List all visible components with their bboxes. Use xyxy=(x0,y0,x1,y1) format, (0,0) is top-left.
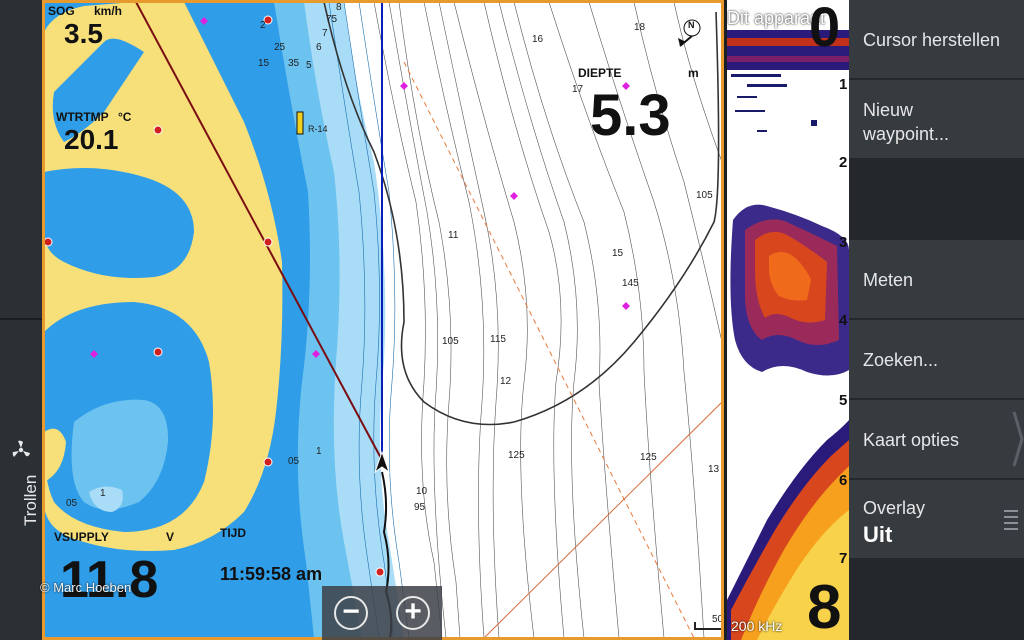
sounding: 25 xyxy=(274,42,286,53)
sounding: 15 xyxy=(258,58,270,69)
sounding: 13 xyxy=(708,464,720,475)
sounding: 1 xyxy=(316,446,322,457)
sounding: 5 xyxy=(306,60,312,71)
menu-item-label: Zoeken... xyxy=(863,350,939,370)
scale-bar: 50 m xyxy=(694,614,722,632)
sonar-depth-tick: 3 xyxy=(839,234,848,251)
zoom-in-button[interactable]: + xyxy=(396,596,430,630)
sounding: 16 xyxy=(532,34,544,45)
copyright-text: © Marc Hoeben xyxy=(40,580,132,595)
tijd-value[interactable]: 11:59:58 am xyxy=(220,564,322,585)
menu-item-label: Kaart opties xyxy=(863,430,960,450)
sounding: 05 xyxy=(288,456,300,467)
sounding: 17 xyxy=(572,84,584,95)
sonar-depth-tick: 6 xyxy=(839,472,848,489)
sounding: 125 xyxy=(640,452,657,463)
sounding: 35 xyxy=(288,58,300,69)
menu-item-label: Cursor herstellen xyxy=(863,30,1001,50)
sounding: 115 xyxy=(490,334,506,345)
diepte-value[interactable]: 5.3 xyxy=(590,82,671,149)
menu-item-nieuw-waypoint[interactable]: Nieuw waypoint... xyxy=(849,80,1024,158)
menu-item-label: Meten xyxy=(863,270,914,290)
sog-value[interactable]: 3.5 xyxy=(64,18,103,50)
menu-item-overlay[interactable]: Overlay Uit xyxy=(849,480,1024,558)
diepte-label: DIEPTE xyxy=(578,66,622,80)
sonar-frequency: 200 kHz xyxy=(731,618,783,634)
sonar-depth-bottom: 8 xyxy=(807,573,842,640)
sonar-depth-tick: 2 xyxy=(839,154,848,171)
left-rail: Trollen xyxy=(0,0,42,640)
menu-item-label: Overlay xyxy=(863,498,926,518)
propeller-icon xyxy=(12,440,30,457)
zoom-out-button[interactable]: − xyxy=(334,596,368,630)
sounding: 75 xyxy=(326,14,338,25)
sonar-depth-tick: 5 xyxy=(839,392,848,409)
rail-divider xyxy=(0,318,42,320)
sounding: 125 xyxy=(508,450,525,461)
scale-label: 50 m xyxy=(712,614,722,625)
menu-item-zoeken[interactable]: Zoeken... xyxy=(849,320,1024,398)
sounding: 18 xyxy=(634,22,646,33)
diepte-unit: m xyxy=(688,66,699,80)
tijd-label: TIJD xyxy=(220,526,247,540)
chevron-right-icon xyxy=(1012,411,1024,467)
vsupply-label: VSUPPLY xyxy=(54,530,109,544)
sonar-echogram xyxy=(727,0,849,640)
trolling-mode-button[interactable]: Trollen xyxy=(0,440,42,530)
sonar-depth-tick: 4 xyxy=(839,312,848,329)
drag-handle-icon[interactable] xyxy=(1004,508,1018,530)
sounding: 2 xyxy=(260,20,266,31)
wtrtmp-unit: °C xyxy=(118,110,132,124)
mode-label: Trollen xyxy=(21,474,40,526)
menu-item-cursor-herstellen[interactable]: Cursor herstellen xyxy=(849,0,1024,78)
sounding: 11 xyxy=(448,230,459,241)
menu-item-kaart-opties[interactable]: Kaart opties xyxy=(849,400,1024,478)
zoom-controls: − + xyxy=(322,586,442,640)
overlay-value: Uit xyxy=(863,522,893,547)
sounding: 7 xyxy=(322,28,328,39)
sounding: 6 xyxy=(316,42,322,53)
context-menu: Cursor herstellen Nieuw waypoint... Mete… xyxy=(849,0,1024,640)
sounding: 10 xyxy=(416,486,428,497)
north-label: N xyxy=(688,20,695,30)
sounding: 1 xyxy=(100,488,106,499)
sounding: 15 xyxy=(612,248,624,259)
sounding: 05 xyxy=(66,498,78,509)
sounding: 145 xyxy=(622,278,639,289)
sonar-depth-tick: 7 xyxy=(839,550,848,567)
vsupply-unit: V xyxy=(166,530,175,544)
menu-item-empty xyxy=(849,160,1024,238)
sounding: 8 xyxy=(336,2,342,13)
sounding: 95 xyxy=(414,502,426,513)
sonar-depth-tick: 1 xyxy=(839,76,848,93)
sog-unit: km/h xyxy=(94,4,123,18)
menu-item-meten[interactable]: Meten xyxy=(849,240,1024,318)
sounding: 105 xyxy=(696,190,713,201)
sonar-panel[interactable]: Dit apparaat 0 1 2 3 4 5 6 7 8 200 kHz xyxy=(727,0,849,640)
beacon-label: R-14 xyxy=(308,124,328,134)
menu-item-label: Nieuw waypoint... xyxy=(863,100,950,144)
sounding: 105 xyxy=(442,336,459,347)
navigation-chart[interactable]: 18 16 17 2 25 15 35 5 6 7 75 8 11 105 15… xyxy=(44,2,722,638)
chartplotter-screen: Trollen 18 16 17 2 25 15 35 5 6 7 75 8 1… xyxy=(0,0,1024,640)
sog-label: SOG xyxy=(48,4,75,18)
sonar-depth-top: 0 xyxy=(809,0,841,58)
wtrtmp-label: WTRTMP xyxy=(56,110,109,124)
sounding: 12 xyxy=(500,376,512,387)
wtrtmp-value[interactable]: 20.1 xyxy=(64,124,119,156)
